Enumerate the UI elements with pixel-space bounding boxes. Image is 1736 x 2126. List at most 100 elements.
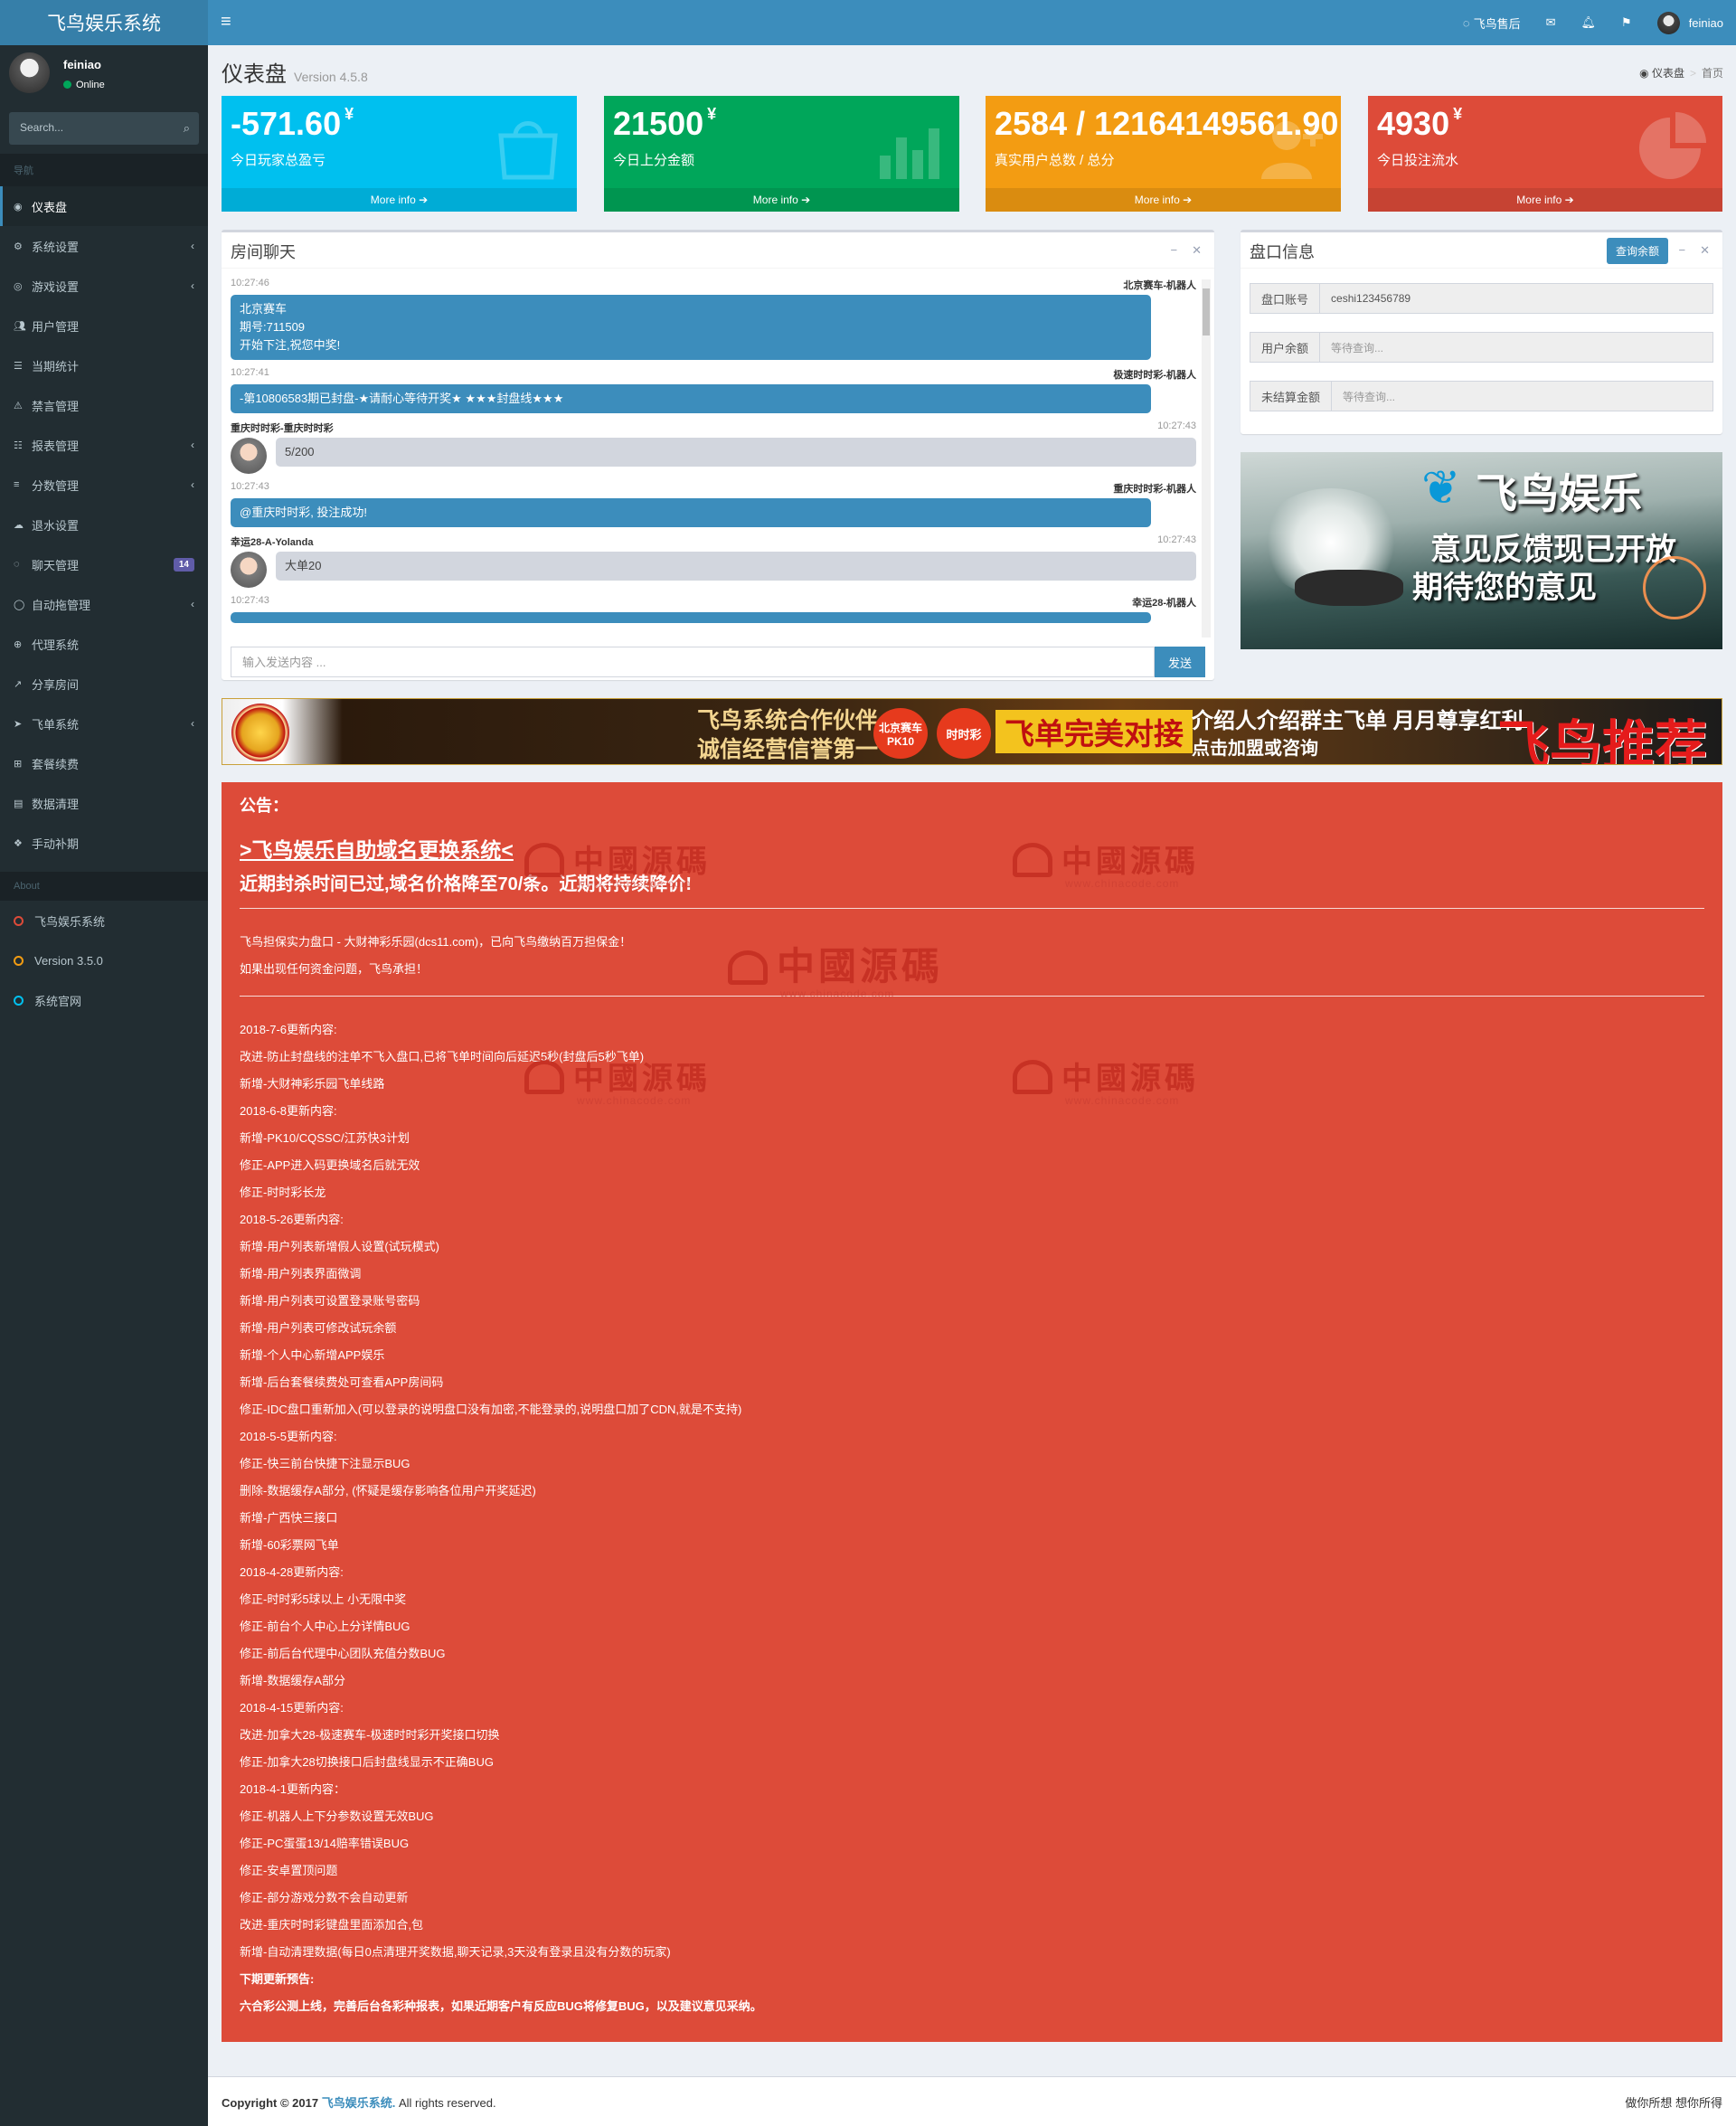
about-item-label: Version 3.5.0 bbox=[34, 953, 103, 968]
guarantee-line: 如果出现任何资金问题，飞鸟承担！ bbox=[240, 962, 429, 976]
footer-slogan: 做你所想 想你所得 bbox=[1625, 2095, 1722, 2110]
stat-unit: ¥ bbox=[707, 105, 717, 123]
sidebar-item[interactable]: ⊞ 套餐续费 bbox=[0, 743, 208, 783]
notice-panel: 公告： >飞鸟娱乐自助域名更换系统< 近期封杀时间已过,域名价格降至70/条。近… bbox=[222, 782, 1722, 2042]
top-navbar: ≡ ◌ 飞鸟售后 ✉ 🔔︎ ⚑ feiniao bbox=[208, 0, 1736, 45]
sidebar-item[interactable]: ▤ 数据清理 bbox=[0, 783, 208, 823]
footer: Copyright © 2017 飞鸟娱乐系统. All rights rese… bbox=[208, 2076, 1736, 2126]
changelog-line: 2018-5-5更新内容: bbox=[240, 1430, 337, 1443]
comment-icon: ◯ bbox=[14, 599, 25, 610]
copyright-prefix: Copyright © 2017 bbox=[222, 2095, 322, 2110]
sidebar-item-label: 手动补期 bbox=[32, 836, 80, 851]
bird-logo-icon: ❦ bbox=[1421, 462, 1461, 515]
message-info: 10:27:46 北京赛车-机器人 bbox=[231, 278, 1196, 292]
sidebar-item[interactable]: ☁ 退水设置 bbox=[0, 505, 208, 544]
breadcrumb-item[interactable]: 仪表盘 bbox=[1652, 67, 1684, 80]
message-sender: 重庆时时彩-机器人 bbox=[1113, 484, 1196, 495]
changelog-line: 2018-5-26更新内容: bbox=[240, 1213, 344, 1226]
field-label: 用户余额 bbox=[1250, 333, 1321, 362]
page-title-text: 仪表盘 bbox=[222, 62, 287, 87]
scrollbar-thumb[interactable] bbox=[1203, 288, 1210, 335]
pie-chart-icon bbox=[1637, 110, 1710, 185]
messages-icon[interactable]: ✉ bbox=[1533, 0, 1569, 45]
feedback-banner[interactable]: ❦ 飞鸟娱乐 意见反馈现已开放 期待您的意见 bbox=[1241, 452, 1722, 649]
more-info-link[interactable]: More info ➔ bbox=[222, 188, 577, 212]
avatar bbox=[1656, 11, 1680, 34]
nav-header: 导航 bbox=[0, 154, 208, 186]
message-info: 重庆时时彩-重庆时时彩 10:27:43 bbox=[231, 420, 1196, 435]
sidebar-item[interactable]: ◯ 自动拖管理 ‹ bbox=[0, 584, 208, 624]
stat-box: -571.60 ¥ 今日玩家总盈亏 More info ➔ bbox=[222, 96, 577, 212]
about-item[interactable]: 系统官网 bbox=[0, 980, 208, 1020]
sidebar-item[interactable]: ⚙ 系统设置 ‹ bbox=[0, 226, 208, 266]
close-icon[interactable]: ✕ bbox=[1192, 243, 1202, 258]
message-time: 10:27:43 bbox=[231, 481, 269, 492]
user-menu[interactable]: feiniao bbox=[1645, 0, 1736, 45]
changelog-line: 2018-6-8更新内容: bbox=[240, 1104, 337, 1118]
sidebar-item[interactable]: ☷ 报表管理 ‹ bbox=[0, 425, 208, 465]
stat-label: 今日玩家总盈亏 bbox=[231, 153, 326, 168]
partner-banner[interactable]: 飞鸟系统合作伙伴 诚信经营信誉第一 北京赛车 PK10 时时彩 飞单完美对接 介… bbox=[222, 698, 1722, 765]
circle-icon bbox=[14, 915, 24, 926]
changelog-line: 修正-加拿大28切换接口后封盘线显示不正确BUG bbox=[240, 1755, 494, 1769]
sidebar-item[interactable]: ≡ 分数管理 ‹ bbox=[0, 465, 208, 505]
message-info: 10:27:41 极速时时彩-机器人 bbox=[231, 367, 1196, 382]
more-info-link[interactable]: More info ➔ bbox=[1368, 188, 1722, 212]
sidebar-item[interactable]: ➤ 飞单系统 ‹ bbox=[0, 704, 208, 743]
field-value: 等待查询... bbox=[1320, 333, 1712, 362]
chat-message: 10:27:43 重庆时时彩-机器人 @重庆时时彩, 投注成功! bbox=[231, 481, 1196, 527]
search-icon[interactable]: ⌕ bbox=[184, 121, 190, 136]
comments-icon: ◌ bbox=[14, 559, 20, 570]
message-time: 10:27:41 bbox=[231, 367, 269, 378]
sidebar-toggle-icon[interactable]: ≡ bbox=[221, 12, 231, 32]
changelog: 2018-7-6更新内容: 改进-防止封盘线的注单不飞入盘口,已将飞单时间向后延迟… bbox=[240, 1016, 1704, 2020]
changelog-line: 2018-7-6更新内容: bbox=[240, 1023, 337, 1036]
about-item[interactable]: 飞鸟娱乐系统 bbox=[0, 901, 208, 940]
chat-input[interactable] bbox=[231, 647, 1155, 677]
flag-icon[interactable]: ⚑ bbox=[1609, 0, 1645, 45]
more-info-link[interactable]: More info ➔ bbox=[986, 188, 1341, 212]
sidebar-item[interactable]: ◉ 仪表盘 bbox=[0, 186, 208, 226]
sidebar-item-label: 分数管理 bbox=[32, 478, 80, 493]
pankou-field: 盘口账号 ceshi123456789 bbox=[1250, 283, 1713, 314]
changelog-line: 修正-APP进入码更换域名后就无效 bbox=[240, 1158, 420, 1172]
message-info: 幸运28-A-Yolanda 10:27:43 bbox=[231, 534, 1196, 549]
send-button[interactable]: 发送 bbox=[1155, 647, 1205, 677]
stat-number: 21500 bbox=[613, 105, 704, 142]
page-title: 仪表盘 Version 4.5.8 bbox=[222, 56, 368, 88]
sidebar-item[interactable]: ⚠ 禁言管理 bbox=[0, 385, 208, 425]
sidebar-item[interactable]: ◎ 游戏设置 ‹ bbox=[0, 266, 208, 306]
app-logo[interactable]: 飞鸟娱乐系统 bbox=[0, 0, 208, 45]
more-info-link[interactable]: More info ➔ bbox=[604, 188, 959, 212]
changelog-line: 新增-60彩票网飞单 bbox=[240, 1538, 339, 1552]
chat-message: 重庆时时彩-重庆时时彩 10:27:43 5/200 bbox=[231, 420, 1196, 474]
message-line: 北京赛车 bbox=[240, 302, 288, 316]
footer-brand-link[interactable]: 飞鸟娱乐系统. bbox=[322, 2096, 396, 2110]
query-balance-button[interactable]: 查询余额 bbox=[1606, 238, 1668, 264]
sidebar-item-label: 代理系统 bbox=[32, 638, 80, 652]
search-input[interactable] bbox=[9, 112, 163, 143]
sidebar-item[interactable]: ⊕ 代理系统 bbox=[0, 624, 208, 664]
sidebar-item-label: 自动拖管理 bbox=[32, 598, 91, 612]
sidebar-item[interactable]: ↗ 分享房间 bbox=[0, 664, 208, 704]
database-icon: ≡ bbox=[14, 479, 20, 490]
sidebar-item[interactable]: ☰ 当期统计 bbox=[0, 345, 208, 385]
sidebar-menu: ◉ 仪表盘 ⚙ 系统设置 ‹ ◎ 游戏设置 ‹ 👥︎ 用户管理 ☰ 当期统计 ⚠ 禁言管理 ☷ 报表管理 ‹ ≡ 分… bbox=[0, 186, 208, 863]
sidebar-item[interactable]: ◌ 聊天管理 14 bbox=[0, 544, 208, 584]
collapse-icon[interactable]: − bbox=[1679, 243, 1686, 258]
domain-change-link[interactable]: >飞鸟娱乐自助域名更换系统< bbox=[240, 833, 1704, 864]
close-icon[interactable]: ✕ bbox=[1700, 243, 1710, 258]
support-link[interactable]: ◌ 飞鸟售后 bbox=[1450, 0, 1533, 45]
notice-subtitle: 近期封杀时间已过,域名价格降至70/条。近期将持续降价! bbox=[240, 874, 693, 894]
message-bubble bbox=[231, 612, 1151, 623]
chevron-left-icon: ‹ bbox=[191, 717, 194, 730]
chat-scrollbar[interactable] bbox=[1202, 279, 1211, 638]
stat-value: 21500 ¥ bbox=[613, 105, 716, 143]
collapse-icon[interactable]: − bbox=[1171, 243, 1178, 258]
cubes-icon: ❖ bbox=[14, 837, 23, 849]
sidebar-item[interactable]: ❖ 手动补期 bbox=[0, 823, 208, 863]
about-item[interactable]: Version 3.5.0 bbox=[0, 940, 208, 980]
notifications-icon[interactable]: 🔔︎ bbox=[1569, 0, 1609, 45]
share-icon: ↗ bbox=[14, 678, 23, 690]
sidebar-item[interactable]: 👥︎ 用户管理 bbox=[0, 306, 208, 345]
